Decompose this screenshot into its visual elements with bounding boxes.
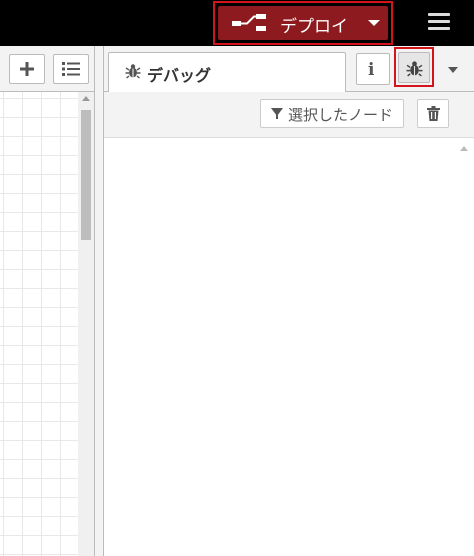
trash-icon <box>427 106 440 121</box>
clear-messages-button[interactable] <box>417 99 449 128</box>
tab-debug[interactable]: デバッグ <box>108 52 346 93</box>
debug-messages-panel[interactable] <box>104 138 474 556</box>
debug-button[interactable] <box>398 52 430 83</box>
workspace <box>0 46 94 556</box>
info-button[interactable]: i <box>356 53 390 85</box>
plus-icon <box>20 62 34 76</box>
header-bar: デプロイ <box>0 0 474 46</box>
workspace-toolbar <box>0 46 94 92</box>
bug-icon <box>406 61 423 77</box>
sidebar-resize-handle[interactable] <box>94 46 104 556</box>
hamburger-menu-icon[interactable] <box>426 10 452 36</box>
tab-debug-label: デバッグ <box>147 66 212 85</box>
bug-icon <box>125 64 141 79</box>
flow-canvas[interactable] <box>0 92 78 556</box>
scroll-up-icon[interactable] <box>460 146 468 151</box>
filter-label: 選択したノード <box>288 106 394 124</box>
deploy-flow-icon <box>232 14 266 31</box>
deploy-dropdown-caret-icon[interactable] <box>368 20 380 26</box>
scroll-up-icon[interactable] <box>82 96 90 101</box>
deploy-label: デプロイ <box>280 17 348 37</box>
scrollbar-thumb[interactable] <box>81 110 91 240</box>
filter-selected-nodes-button[interactable]: 選択したノード <box>260 99 404 128</box>
sidebar: デバッグ i 選択したノード <box>104 46 474 556</box>
info-icon: i <box>368 60 375 80</box>
deploy-button[interactable]: デプロイ <box>218 6 388 40</box>
sidebar-tabbar: デバッグ i <box>104 46 474 93</box>
workspace-scrollbar[interactable] <box>78 92 94 556</box>
caret-down-icon[interactable] <box>448 67 458 73</box>
add-flow-button[interactable] <box>9 54 45 84</box>
list-icon <box>62 62 80 76</box>
debug-toolbar: 選択したノード <box>104 92 474 138</box>
flow-list-button[interactable] <box>53 54 89 84</box>
